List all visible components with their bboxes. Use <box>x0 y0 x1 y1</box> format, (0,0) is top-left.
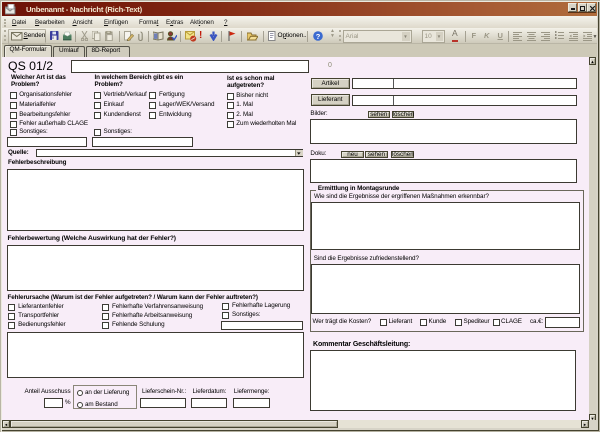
svg-text:?: ? <box>315 32 320 41</box>
